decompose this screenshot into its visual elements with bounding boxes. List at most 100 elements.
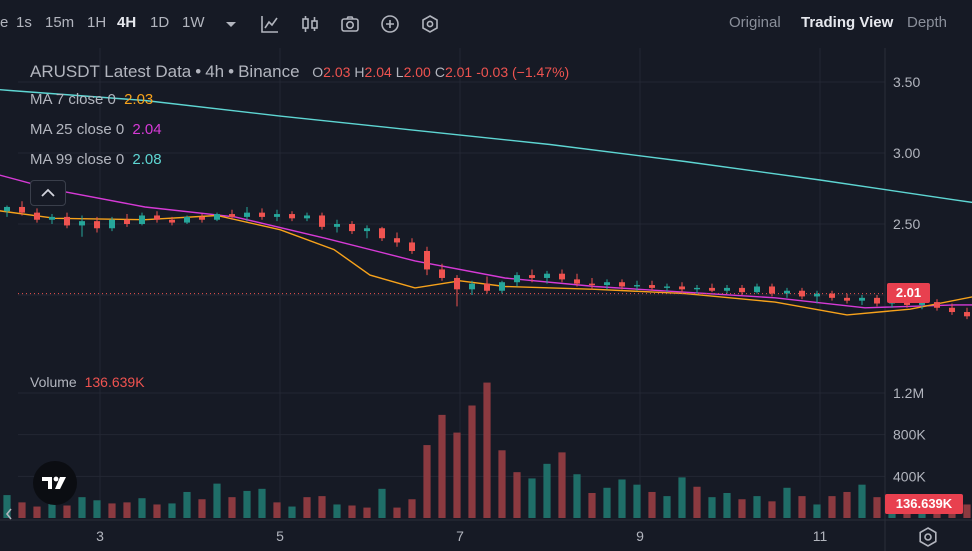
candle-body (949, 307, 955, 313)
x-tick-label: 11 (813, 528, 828, 544)
candle-body (964, 312, 970, 317)
view-original[interactable]: Original (729, 14, 781, 31)
volume-bar (108, 503, 116, 518)
tab-timeframe-1h[interactable]: 1H (87, 14, 106, 31)
chart-settings-icon[interactable] (917, 526, 939, 548)
volume-bar (183, 491, 191, 518)
view-depth[interactable]: Depth (907, 14, 947, 31)
candle-body (529, 275, 535, 278)
volume-bar (273, 502, 281, 518)
volume-tick-label: 1.2M (893, 385, 924, 401)
high-value: 2.04 (364, 64, 392, 80)
volume-bar (393, 507, 401, 518)
ma25-value: 2.04 (132, 121, 162, 138)
tab-timeframe-4h[interactable]: 4H (117, 14, 136, 31)
collapse-legend-button[interactable] (30, 180, 66, 206)
candle-body (784, 290, 790, 294)
volume-bar (588, 493, 596, 518)
candle-body (34, 212, 40, 220)
candle-body (49, 216, 55, 220)
volume-bar (288, 506, 296, 518)
tab-timeframe-1d[interactable]: 1D (150, 14, 169, 31)
settings-hex-icon[interactable] (419, 13, 441, 35)
volume-bar (123, 502, 131, 518)
chart-header: ARUSDT Latest Data • 4h • Binance O2.03 H2.04… (30, 62, 577, 82)
volume-bar (528, 478, 536, 518)
candle-body (874, 297, 880, 304)
volume-bar (618, 479, 626, 518)
volume-bar (603, 487, 611, 518)
volume-bar (63, 505, 71, 518)
volume-tick-label: 800K (893, 427, 926, 443)
high-label: H (354, 64, 365, 80)
candle-type-icon[interactable] (299, 13, 321, 35)
volume-bar (753, 496, 761, 518)
volume-bar (228, 497, 236, 518)
camera-icon[interactable] (339, 13, 361, 35)
ma25-legend: MA 25 close 0 2.04 (30, 121, 166, 138)
candle-body (424, 250, 430, 270)
tab-timeframe-15m[interactable]: 15m (45, 14, 74, 31)
ma7-label: MA 7 close 0 (30, 91, 116, 108)
toolbar: e 1s 15m 1H 4H 1D 1W Original Trading Vi… (0, 0, 972, 48)
candle-body (739, 287, 745, 293)
candle-body (94, 221, 100, 229)
candle-body (304, 215, 310, 219)
volume-bar (423, 445, 431, 518)
tab-timeframe-1w[interactable]: 1W (182, 14, 205, 31)
close-value: 2.01 (444, 64, 473, 80)
header-sep: • (228, 62, 235, 81)
header-sep: • (195, 62, 202, 81)
volume-bar (813, 504, 821, 518)
candle-body (64, 216, 70, 226)
candle-body (664, 286, 670, 288)
ma7-value: 2.03 (124, 91, 154, 108)
volume-bar (498, 450, 506, 518)
volume-bar (213, 483, 221, 518)
chevron-down-icon[interactable] (220, 13, 242, 35)
ma99-legend: MA 99 close 0 2.08 (30, 151, 166, 168)
candle-body (259, 212, 265, 217)
volume-bar (258, 488, 266, 518)
candle-body (709, 287, 715, 291)
price-tick-label: 2.50 (893, 216, 920, 232)
tradingview-logo-icon[interactable] (33, 461, 77, 505)
volume-bar (543, 463, 551, 518)
candle-body (514, 275, 520, 283)
volume-bar (243, 490, 251, 518)
volume-bar (783, 487, 791, 518)
candle-body (229, 214, 235, 217)
volume-bar (648, 491, 656, 518)
symbol-title: ARUSDT Latest Data (30, 62, 192, 81)
volume-bar (768, 501, 776, 518)
price-tick-label: 3.50 (893, 74, 920, 90)
change-value: -0.03 (−1.47%) (476, 64, 570, 80)
ma25-label: MA 25 close 0 (30, 121, 125, 138)
candle-body (574, 279, 580, 284)
volume-bar (798, 496, 806, 518)
candle-body (754, 286, 760, 293)
x-tick-label: 7 (456, 528, 464, 544)
timeframe-overflow[interactable]: e (0, 14, 8, 31)
tab-timeframe-1s[interactable]: 1s (16, 14, 32, 31)
candle-body (139, 215, 145, 224)
candle-body (349, 224, 355, 232)
candle-body (4, 206, 10, 212)
ma99-value: 2.08 (132, 151, 162, 168)
volume-bar (408, 499, 416, 518)
volume-label: Volume (30, 374, 77, 390)
candle-body (214, 214, 220, 220)
volume-bar (333, 504, 341, 518)
candle-body (634, 285, 640, 287)
volume-bar (153, 504, 161, 518)
candle-body (469, 283, 475, 290)
volume-bar (678, 477, 686, 518)
view-trading-view[interactable]: Trading View (801, 14, 893, 31)
scroll-left-icon[interactable] (4, 505, 14, 523)
candle-body (244, 212, 250, 217)
indicator-icon[interactable] (259, 13, 281, 35)
volume-bar (723, 493, 731, 518)
x-tick-label: 5 (276, 528, 284, 544)
add-circle-icon[interactable] (379, 13, 401, 35)
volume-bar (738, 499, 746, 518)
